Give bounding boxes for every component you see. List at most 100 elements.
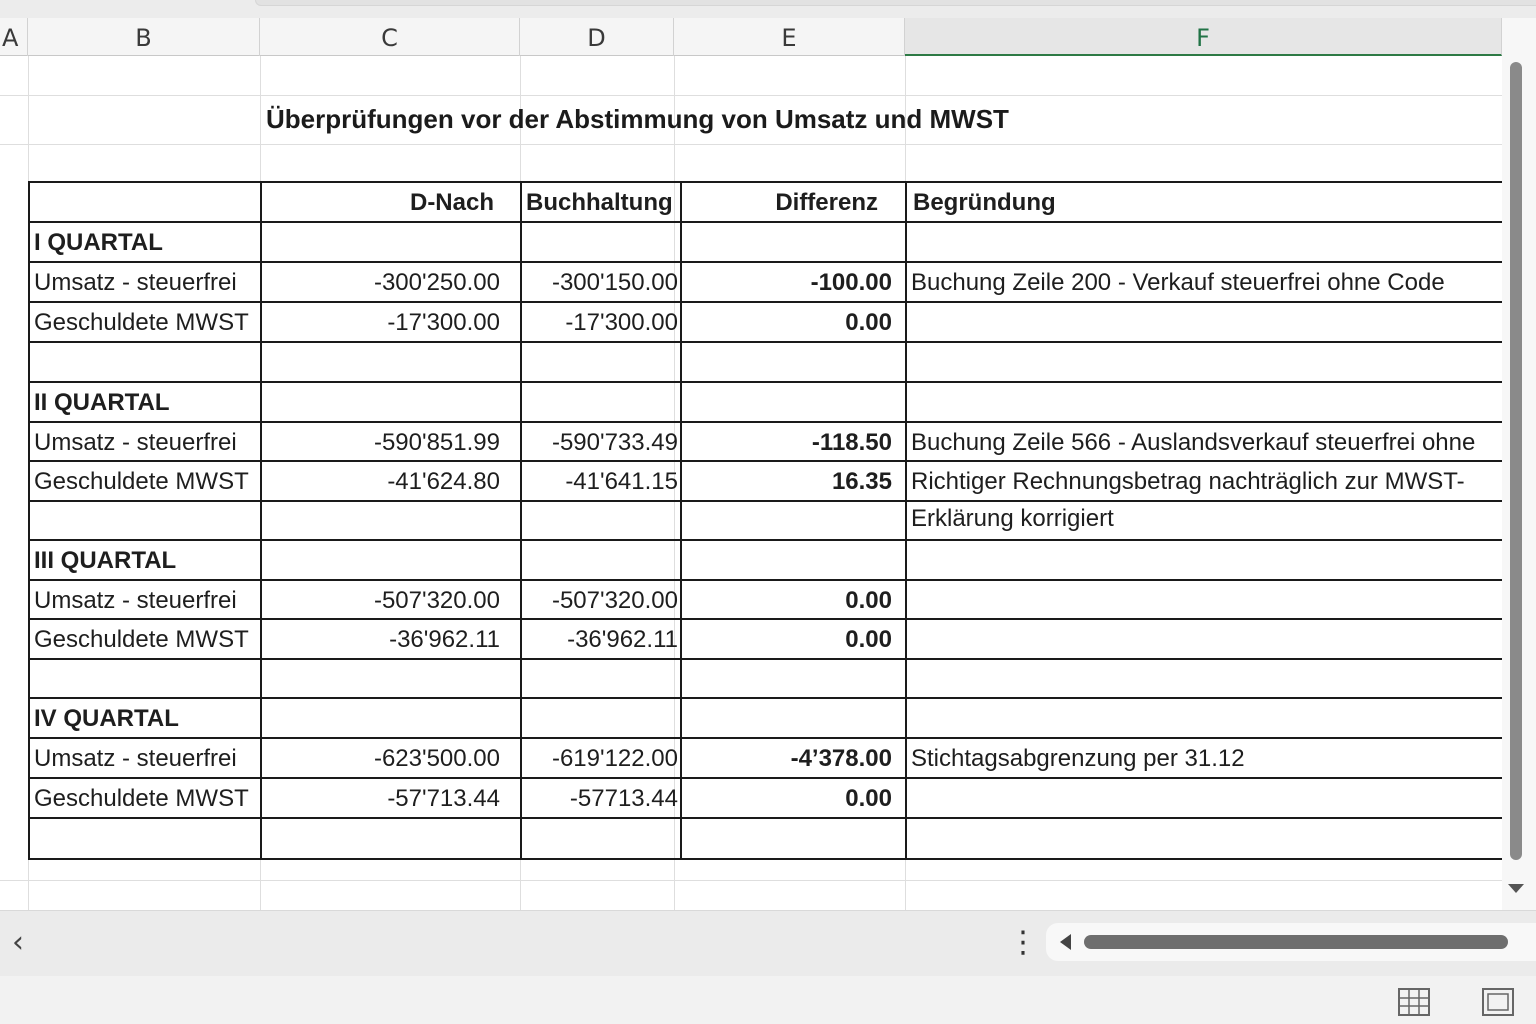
table-cell-f[interactable] [911,541,1502,581]
table-cell-b[interactable]: II QUARTAL [34,383,256,423]
table-cell-f[interactable] [911,699,1502,739]
table-cell-c[interactable]: -17'300.00 [262,303,500,343]
table-cell-d[interactable] [524,819,678,859]
table-cell-f[interactable]: Richtiger Rechnungsbetrag nachträglich z… [911,462,1502,502]
table-cell-c[interactable] [262,223,500,263]
table-cell-c[interactable]: -507'320.00 [262,581,500,621]
header-differenz[interactable]: Differenz [682,183,878,223]
header-d-nach[interactable]: D-Nach [262,183,494,223]
table-cell-d[interactable]: -507'320.00 [524,581,678,621]
table-cell-c[interactable]: -36'962.11 [262,620,500,660]
table-cell-b[interactable]: Geschuldete MWST [34,620,256,660]
grid-view-icon[interactable] [1398,988,1430,1016]
table-cell-d[interactable] [524,541,678,581]
table-cell-f[interactable]: Erklärung korrigiert [911,499,1502,539]
table-cell-e[interactable] [682,499,892,539]
table-cell-e[interactable]: 0.00 [682,303,892,343]
table-cell-c[interactable]: -590'851.99 [262,423,500,463]
header-buchhaltung[interactable]: Buchhaltung [526,183,680,223]
table-cell-b[interactable] [34,499,256,539]
table-cell-e[interactable] [682,223,892,263]
table-cell-f[interactable]: Stichtagsabgrenzung per 31.12 [911,739,1502,779]
table-cell-e[interactable] [682,660,892,700]
table-cell-d[interactable]: -57713.44 [524,779,678,819]
table-cell-f[interactable]: Buchung Zeile 200 - Verkauf steuerfrei o… [911,263,1502,303]
column-header-d[interactable]: D [520,18,674,56]
table-cell-d[interactable]: -619'122.00 [524,739,678,779]
table-cell-b[interactable] [34,343,256,383]
table-cell-c[interactable] [262,819,500,859]
table-cell-d[interactable] [524,660,678,700]
table-cell-b[interactable] [34,660,256,700]
scroll-down-icon[interactable] [1508,884,1524,893]
table-cell-f[interactable] [911,383,1502,423]
table-cell-d[interactable] [524,499,678,539]
table-cell-f[interactable] [911,343,1502,383]
table-cell-b[interactable]: Geschuldete MWST [34,303,256,343]
scroll-left-icon[interactable] [1060,934,1071,950]
page-layout-icon[interactable] [1482,988,1514,1016]
table-cell-c[interactable] [262,699,500,739]
table-cell-f[interactable]: Buchung Zeile 566 - Auslandsverkauf steu… [911,423,1502,463]
table-cell-e[interactable] [682,343,892,383]
horizontal-scroll-thumb[interactable] [1084,935,1508,949]
vertical-scrollbar[interactable] [1502,18,1536,910]
table-cell-d[interactable] [524,343,678,383]
table-cell-c[interactable]: -623'500.00 [262,739,500,779]
table-cell-f[interactable] [911,223,1502,263]
table-cell-f[interactable] [911,303,1502,343]
table-cell-c[interactable]: -41'624.80 [262,462,500,502]
table-cell-e[interactable]: 16.35 [682,462,892,502]
table-cell-b[interactable]: Geschuldete MWST [34,779,256,819]
table-cell-b[interactable]: Geschuldete MWST [34,462,256,502]
table-cell-b[interactable]: Umsatz - steuerfrei [34,263,256,303]
table-cell-b[interactable]: I QUARTAL [34,223,256,263]
table-cell-d[interactable]: -17'300.00 [524,303,678,343]
table-cell-d[interactable]: -41'641.15 [524,462,678,502]
table-cell-d[interactable] [524,383,678,423]
table-cell-e[interactable]: 0.00 [682,620,892,660]
table-cell-e[interactable] [682,383,892,423]
table-cell-f[interactable] [911,581,1502,621]
table-cell-c[interactable] [262,343,500,383]
vertical-scroll-thumb[interactable] [1510,62,1522,860]
table-cell-e[interactable]: -100.00 [682,263,892,303]
table-cell-e[interactable]: 0.00 [682,581,892,621]
header-begruendung[interactable]: Begründung [913,183,1493,223]
chevron-left-icon[interactable]: ‹ [6,925,30,961]
table-cell-b[interactable]: Umsatz - steuerfrei [34,423,256,463]
table-cell-d[interactable]: -590'733.49 [524,423,678,463]
table-cell-d[interactable] [524,699,678,739]
table-cell-f[interactable] [911,660,1502,700]
table-cell-b[interactable]: III QUARTAL [34,541,256,581]
table-cell-d[interactable] [524,223,678,263]
column-header-f[interactable]: F [905,18,1502,56]
table-cell-c[interactable]: -57'713.44 [262,779,500,819]
table-cell-e[interactable] [682,541,892,581]
table-cell-c[interactable]: -300'250.00 [262,263,500,303]
table-cell-b[interactable]: Umsatz - steuerfrei [34,581,256,621]
more-vertical-icon[interactable]: ⋮ [1008,925,1038,961]
table-cell-e[interactable] [682,699,892,739]
column-header-c[interactable]: C [260,18,520,56]
table-cell-b[interactable] [34,819,256,859]
table-cell-e[interactable]: 0.00 [682,779,892,819]
table-cell-c[interactable] [262,499,500,539]
table-cell-c[interactable] [262,541,500,581]
table-cell-f[interactable] [911,779,1502,819]
column-header-e[interactable]: E [674,18,905,56]
horizontal-scrollbar[interactable] [1046,923,1536,961]
table-cell-e[interactable]: -4’378.00 [682,739,892,779]
table-cell-e[interactable]: -118.50 [682,423,892,463]
column-header-b[interactable]: B [28,18,260,56]
table-cell-d[interactable]: -300'150.00 [524,263,678,303]
table-cell-d[interactable]: -36'962.11 [524,620,678,660]
table-cell-c[interactable] [262,660,500,700]
spreadsheet-grid[interactable]: Überprüfungen vor der Abstimmung von Ums… [0,56,1502,910]
column-header-a[interactable]: A [0,18,28,56]
table-cell-b[interactable]: IV QUARTAL [34,699,256,739]
table-cell-f[interactable] [911,620,1502,660]
table-cell-b[interactable]: Umsatz - steuerfrei [34,739,256,779]
table-cell-e[interactable] [682,819,892,859]
table-cell-f[interactable] [911,819,1502,859]
